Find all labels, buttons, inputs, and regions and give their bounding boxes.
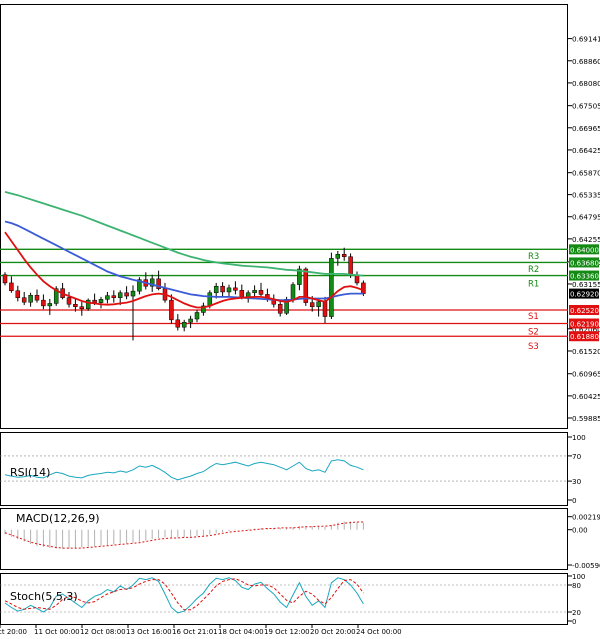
- y-tick-label: 0.60965: [572, 370, 600, 379]
- candle-body: [322, 301, 328, 317]
- candle-body: [41, 299, 46, 307]
- candle-body: [213, 285, 219, 294]
- candle-body: [181, 322, 187, 328]
- candle-body: [309, 302, 315, 307]
- level-price-label: 0.64000: [570, 246, 599, 254]
- stoch-tick-label: 20: [572, 609, 581, 617]
- x-tick-label: 12 Oct 08:00: [80, 628, 126, 636]
- x-tick-label: 13 Oct 16:00: [126, 628, 172, 636]
- candle-body: [335, 253, 341, 259]
- y-tick-label: 0.64255: [572, 235, 600, 244]
- y-tick-label: 0.59885: [572, 414, 600, 423]
- rsi-tick-label: 30: [572, 477, 582, 486]
- macd-tick-label: 0.002199: [572, 514, 600, 522]
- candle-body: [9, 282, 14, 291]
- y-tick-label: 0.68080: [572, 79, 600, 88]
- macd-tick-label: -0.005961: [572, 562, 600, 570]
- candle-body: [175, 319, 181, 328]
- candle-body: [21, 297, 27, 303]
- y-tick-label: 0.67505: [572, 102, 600, 111]
- candle-body: [245, 292, 251, 298]
- ma-fast-line: [4, 231, 364, 309]
- candle-body: [130, 290, 136, 297]
- x-tick-label: 24 Oct 00:00: [356, 628, 402, 636]
- candle-body: [28, 294, 33, 303]
- candle-body: [169, 299, 174, 321]
- candle-body: [361, 282, 366, 294]
- level-name-s3: S3: [528, 342, 539, 352]
- x-tick-label: 16 Oct 21:01: [172, 628, 218, 636]
- stoch-title: Stoch(5,5,3): [10, 590, 78, 603]
- candle-body: [277, 304, 283, 314]
- stoch-tick-label: 100: [572, 573, 585, 581]
- candle-body: [47, 303, 53, 307]
- candle-body: [15, 290, 21, 298]
- candle-body: [341, 253, 347, 257]
- y-tick-label: 0.69141: [572, 35, 600, 44]
- y-tick-label: 0.64795: [572, 213, 600, 222]
- level-price-label: 0.62520: [570, 307, 599, 315]
- level-price-label: 0.61880: [570, 333, 599, 341]
- current-price-label: 0.62920: [570, 291, 599, 299]
- candle-body: [220, 285, 225, 293]
- rsi-tick-label: 100: [572, 433, 586, 442]
- stoch-tick-label: 0: [572, 618, 576, 626]
- candle-body: [252, 290, 257, 294]
- stoch-tick-label: 80: [572, 582, 581, 590]
- rsi-tick-label: 0: [572, 496, 577, 505]
- candle-body: [329, 258, 334, 317]
- rsi-tick-label: 70: [572, 452, 582, 461]
- candle-body: [194, 312, 200, 320]
- candle-body: [124, 292, 129, 297]
- macd-tick-label: 0.00: [572, 527, 588, 535]
- candle-body: [66, 297, 72, 305]
- candle-body: [105, 295, 110, 300]
- x-tick-label: 11 Oct 00:00: [34, 628, 80, 636]
- candle-body: [34, 294, 40, 301]
- candle-body: [226, 287, 232, 293]
- candle-body: [111, 295, 117, 298]
- candle-body: [233, 287, 238, 291]
- candle-body: [258, 290, 264, 295]
- y-tick-label: 0.63155: [572, 280, 600, 289]
- x-tick-label: 18 Oct 04:00: [218, 628, 264, 636]
- y-tick-label: 0.60425: [572, 392, 600, 401]
- level-name-r1: R1: [528, 280, 539, 290]
- candle-body: [188, 318, 193, 323]
- level-price-label: 0.63680: [570, 259, 599, 267]
- level-price-label: 0.63360: [570, 273, 599, 281]
- candle-body: [348, 256, 353, 275]
- candle-body: [2, 274, 8, 284]
- rsi-title: RSI(14): [10, 466, 50, 479]
- y-tick-label: 0.65870: [572, 169, 600, 178]
- candle-body: [117, 292, 123, 298]
- x-tick-label: 19 Oct 12:00: [264, 628, 310, 636]
- macd-title: MACD(12,26,9): [16, 512, 100, 525]
- y-tick-label: 0.66965: [572, 124, 600, 133]
- level-name-s1: S1: [528, 312, 539, 322]
- ma-mid-line: [4, 220, 364, 302]
- pane-frame: [0, 573, 568, 625]
- candle-body: [79, 306, 85, 310]
- candle-body: [98, 299, 104, 303]
- candle-body: [92, 299, 97, 303]
- x-tick-label: 20 Oct 20:00: [310, 628, 356, 636]
- y-tick-label: 0.68860: [572, 57, 600, 66]
- trading-chart: 0.69141 0.68860 0.68080 0.67505 0.66965 0.664…: [0, 4, 600, 636]
- level-name-r3: R3: [528, 252, 539, 262]
- candle-body: [316, 301, 321, 307]
- level-name-r2: R2: [528, 265, 539, 275]
- candle-body: [290, 284, 296, 300]
- y-tick-label: 0.66425: [572, 146, 600, 155]
- candle-body: [73, 304, 78, 307]
- level-name-s2: S2: [528, 328, 539, 338]
- x-tick-label: ct 20:00: [0, 628, 27, 636]
- rsi-line: [4, 459, 364, 481]
- y-tick-label: 0.61520: [572, 347, 600, 356]
- level-price-label: 0.62190: [570, 321, 599, 329]
- y-tick-label: 0.65335: [572, 191, 600, 200]
- candle-body: [239, 290, 245, 298]
- candle-body: [207, 292, 213, 307]
